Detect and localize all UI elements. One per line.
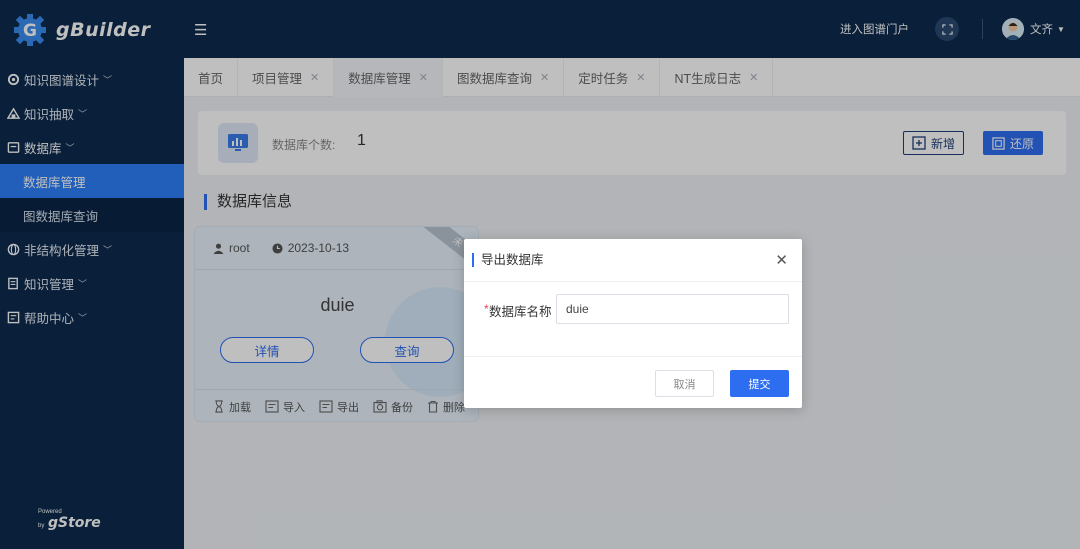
dialog-header: 导出数据库 xyxy=(464,239,802,282)
close-icon[interactable]: ✕ xyxy=(775,251,788,269)
db-name-label: 数据库名称 xyxy=(489,305,552,319)
required-mark: * xyxy=(484,302,489,316)
cancel-button[interactable]: 取消 xyxy=(655,370,714,397)
db-name-input[interactable] xyxy=(556,294,789,324)
export-db-dialog: 导出数据库 ✕ * 数据库名称 取消 提交 xyxy=(464,239,802,408)
dialog-title: 导出数据库 xyxy=(472,253,544,267)
submit-button[interactable]: 提交 xyxy=(730,370,789,397)
db-name-form-row: * 数据库名称 xyxy=(464,294,802,324)
dialog-divider xyxy=(464,356,802,357)
